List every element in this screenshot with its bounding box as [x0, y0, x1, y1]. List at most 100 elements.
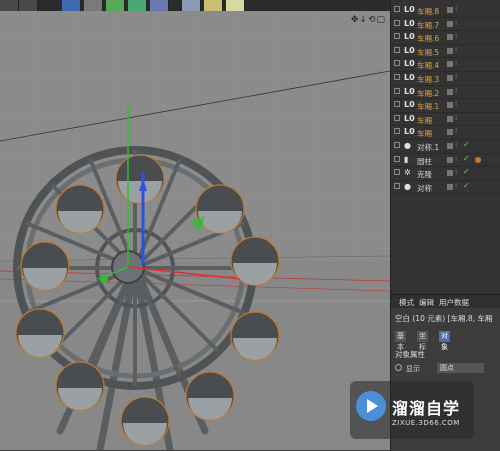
material-tag-icon[interactable] — [475, 156, 481, 163]
light-icon[interactable] — [226, 0, 245, 11]
render-dots-icon[interactable]: ⁞ — [455, 5, 457, 13]
object-name[interactable]: 车厢.7 — [417, 20, 439, 31]
object-name[interactable]: 车厢.5 — [417, 47, 439, 58]
camera-icon[interactable] — [204, 0, 223, 11]
expand-icon[interactable] — [394, 128, 400, 135]
object-name[interactable]: 车厢.6 — [417, 33, 439, 44]
viewport-nav-icons[interactable]: ✥↓⟲▢ — [351, 15, 386, 25]
visibility-toggle[interactable] — [447, 143, 453, 149]
checkmark-icon[interactable]: ✓ — [463, 154, 470, 163]
object-row[interactable]: L0 车厢.4 ⁞ — [391, 58, 500, 72]
object-type-icon: L0 — [404, 100, 415, 110]
expand-icon[interactable] — [394, 6, 400, 12]
checkmark-icon[interactable]: ✓ — [463, 167, 470, 176]
render-dots-icon[interactable]: ⁞ — [455, 32, 457, 40]
object-name[interactable]: 圆柱 — [417, 156, 432, 167]
object-row[interactable]: L0 车厢.5 ⁞ — [391, 45, 500, 59]
gear-icon[interactable] — [106, 0, 125, 11]
subtab-object[interactable]: 对象 — [439, 331, 450, 351]
object-row[interactable]: L0 车厢.6 ⁞ — [391, 31, 500, 45]
object-name[interactable]: 对称 — [417, 183, 432, 194]
expand-icon[interactable] — [394, 33, 400, 40]
render-dots-icon[interactable]: ⁞ — [455, 114, 457, 122]
render-dots-icon[interactable]: ⁞ — [455, 73, 457, 81]
visibility-toggle[interactable] — [447, 170, 453, 177]
visibility-toggle[interactable] — [447, 75, 453, 81]
flower-icon[interactable] — [128, 0, 147, 11]
render-dots-icon[interactable]: ⁞ — [455, 127, 457, 135]
render-dots-icon[interactable]: ⁞ — [455, 182, 457, 190]
object-row[interactable]: L0 车厢.1 ⁞ — [391, 99, 500, 113]
expand-icon[interactable] — [394, 87, 400, 94]
visibility-toggle[interactable] — [447, 102, 453, 109]
object-name[interactable]: 车厢.8 — [417, 6, 439, 17]
tab-mode[interactable]: 模式 — [399, 297, 414, 308]
object-type-icon: L0 — [404, 86, 415, 96]
visibility-toggle[interactable] — [447, 7, 453, 13]
object-row[interactable]: L0 车厢.3 ⁞ — [391, 72, 500, 86]
object-name[interactable]: 克隆 — [417, 169, 432, 180]
checkmark-icon[interactable]: ✓ — [463, 140, 470, 149]
visibility-toggle[interactable] — [447, 156, 453, 163]
subtab-coord[interactable]: 坐标 — [417, 331, 428, 351]
object-name[interactable]: 对称.1 — [417, 142, 439, 153]
expand-icon[interactable] — [394, 46, 400, 53]
render-dots-icon[interactable]: ⁞ — [455, 87, 457, 95]
object-name[interactable]: 车厢 — [417, 128, 432, 139]
render-dots-icon[interactable]: ⁞ — [455, 100, 457, 108]
visibility-toggle[interactable] — [447, 34, 453, 41]
expand-icon[interactable] — [394, 142, 400, 148]
3d-viewport[interactable]: ✥↓⟲▢ — [0, 11, 390, 450]
display-radio[interactable] — [395, 364, 402, 371]
expand-icon[interactable] — [394, 155, 400, 162]
render-dots-icon[interactable]: ⁞ — [455, 19, 457, 27]
render-dots-icon[interactable]: ⁞ — [455, 59, 457, 67]
render-dots-icon[interactable]: ⁞ — [455, 168, 457, 176]
object-name[interactable]: 车厢 — [417, 115, 432, 126]
object-row[interactable]: ✲ 克隆 ⁞ ✓ — [391, 167, 500, 181]
visibility-toggle[interactable] — [447, 115, 453, 122]
expand-icon[interactable] — [394, 101, 400, 108]
cube-icon[interactable] — [62, 0, 81, 11]
object-type-icon: L0 — [404, 113, 415, 123]
object-row[interactable]: L0 车厢 ⁞ — [391, 113, 500, 127]
grid-icon[interactable] — [182, 0, 201, 11]
film-icon[interactable] — [19, 0, 38, 11]
object-row[interactable]: ● 对称 ⁞ ✓ — [391, 181, 500, 195]
pen-icon[interactable] — [84, 0, 103, 11]
film-icon[interactable] — [0, 0, 19, 11]
visibility-toggle[interactable] — [447, 61, 453, 68]
visibility-toggle[interactable] — [447, 20, 453, 27]
object-name[interactable]: 车厢.2 — [417, 88, 439, 99]
visibility-toggle[interactable] — [447, 88, 453, 95]
object-name[interactable]: 车厢.4 — [417, 60, 439, 71]
display-dropdown[interactable]: 圆点 — [437, 363, 484, 373]
object-name[interactable]: 车厢.1 — [417, 101, 439, 112]
expand-icon[interactable] — [394, 169, 400, 176]
object-row[interactable]: L0 车厢 ⁞ — [391, 126, 500, 140]
object-row[interactable]: L0 车厢.8 ⁞ — [391, 4, 500, 18]
expand-icon[interactable] — [394, 19, 400, 26]
object-name[interactable]: 车厢.3 — [417, 74, 439, 85]
tab-edit[interactable]: 编辑 — [419, 297, 434, 308]
object-row[interactable]: L0 车厢.2 ⁞ — [391, 86, 500, 100]
subtab-basic[interactable]: 基本 — [395, 331, 406, 351]
visibility-toggle[interactable] — [447, 129, 453, 136]
tab-user-data[interactable]: 用户数据 — [439, 297, 469, 308]
render-dots-icon[interactable]: ⁞ — [455, 46, 457, 54]
checkmark-icon[interactable]: ✓ — [463, 181, 470, 190]
object-row[interactable]: ▮ 圆柱 ⁞ ✓ — [391, 154, 500, 168]
visibility-toggle[interactable] — [447, 47, 453, 54]
expand-icon[interactable] — [394, 182, 400, 189]
render-dots-icon[interactable]: ⁞ — [455, 155, 457, 163]
expand-icon[interactable] — [394, 60, 400, 67]
expand-icon[interactable] — [394, 114, 400, 121]
visibility-toggle[interactable] — [447, 183, 453, 190]
render-dots-icon[interactable]: ⁞ — [455, 141, 457, 149]
object-type-icon: ▮ — [404, 154, 409, 164]
object-row[interactable]: ● 对称.1 ⁞ ✓ — [391, 140, 500, 154]
object-row[interactable]: L0 车厢.7 ⁞ — [391, 18, 500, 32]
brush-icon[interactable] — [150, 0, 169, 11]
expand-icon[interactable] — [394, 74, 400, 80]
play-logo-icon — [356, 391, 386, 421]
